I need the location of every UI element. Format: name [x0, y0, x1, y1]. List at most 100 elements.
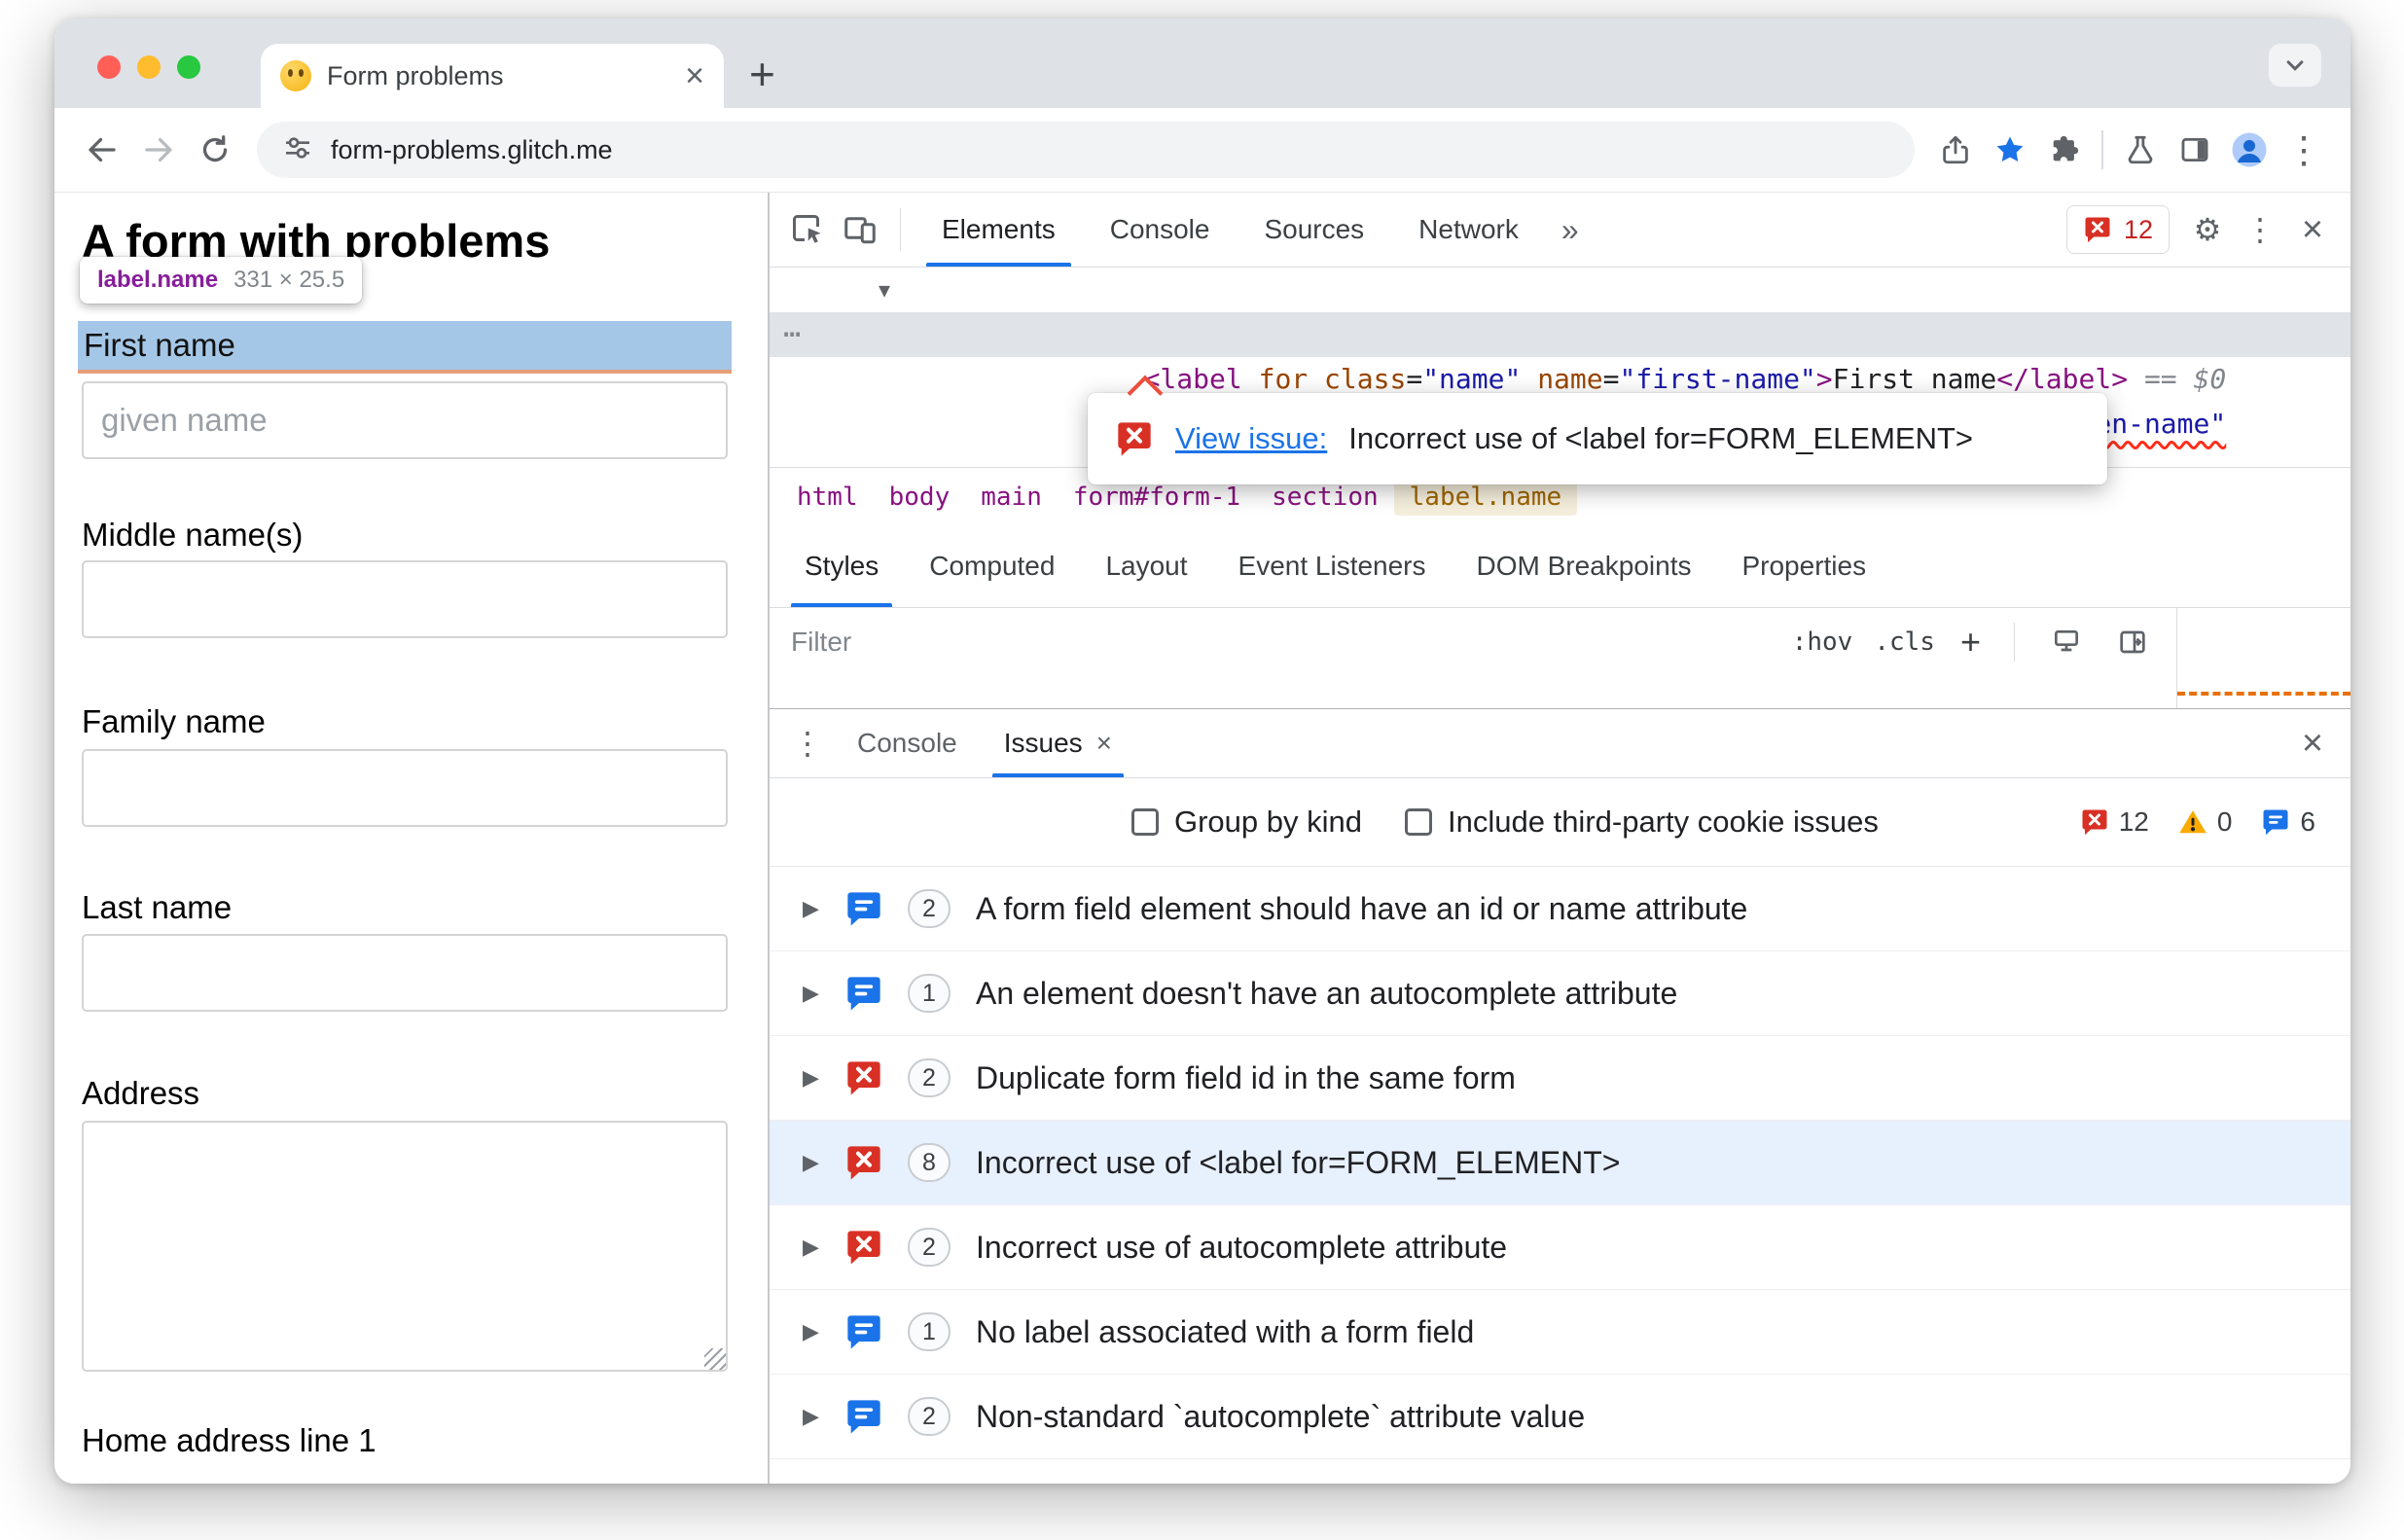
browser-toolbar: form-problems.glitch.me ⋮	[54, 108, 2350, 193]
devtools-menu-icon[interactable]: ⋮	[2234, 203, 2286, 256]
sidebar-tab[interactable]: Event Listeners	[1213, 525, 1452, 607]
inspect-element-icon[interactable]	[781, 203, 834, 256]
issue-row[interactable]: ▶ 2 Duplicate form field id in the same …	[770, 1036, 2350, 1121]
group-by-kind-checkbox[interactable]: Group by kind	[1131, 805, 1362, 840]
checkbox-box[interactable]	[1405, 808, 1432, 836]
sidebar-tab[interactable]: Properties	[1716, 525, 1891, 607]
issues-count-badge[interactable]: 12	[2065, 205, 2170, 254]
experiments-flask-icon[interactable]	[2113, 123, 2168, 177]
issue-row[interactable]: ▶ 2 A form field element should have an …	[770, 867, 2350, 951]
toggle-cls-button[interactable]: .cls	[1874, 627, 1935, 657]
node-menu-dots-icon[interactable]: ⋯	[783, 312, 803, 357]
devtools-tab[interactable]: Sources	[1237, 193, 1391, 267]
window-content: A form with problems label.name 331 × 25…	[54, 193, 2350, 1484]
tab-search-chevron-icon[interactable]	[2269, 44, 2321, 87]
issue-title: No label associated with a form field	[976, 1313, 1475, 1349]
browser-menu-icon[interactable]: ⋮	[2277, 123, 2331, 177]
device-toolbar-icon[interactable]	[834, 203, 886, 256]
toggle-hov-button[interactable]: :hov	[1792, 627, 1853, 657]
rendering-emulation-icon[interactable]	[2044, 620, 2089, 664]
close-issues-tab-icon[interactable]: ×	[1096, 728, 1112, 759]
devtools-tab[interactable]: Network	[1391, 193, 1546, 267]
textarea-resize-grip[interactable]	[704, 1348, 726, 1370]
drawer-menu-icon[interactable]: ⋮	[781, 717, 834, 770]
toolbar-separator	[2101, 130, 2103, 169]
expand-issue-icon[interactable]: ▶	[803, 1319, 842, 1344]
view-issue-text: Incorrect use of <label for=FORM_ELEMENT…	[1348, 421, 1974, 455]
issue-row[interactable]: ▶ 2 Incorrect use of autocomplete attrib…	[770, 1205, 2350, 1290]
breadcrumb-item[interactable]: body	[874, 479, 966, 516]
issue-info-icon	[842, 886, 886, 931]
tab-issues[interactable]: Issues ×	[981, 709, 1135, 777]
checkbox-box[interactable]	[1131, 808, 1159, 836]
breadcrumb-item[interactable]: main	[965, 479, 1058, 516]
styles-filter-input[interactable]: Filter	[791, 627, 1771, 658]
minimize-window-button[interactable]	[137, 55, 161, 79]
expand-issue-icon[interactable]: ▶	[803, 1150, 842, 1175]
expand-issue-icon[interactable]: ▶	[803, 1235, 842, 1260]
forward-button[interactable]	[130, 122, 187, 178]
new-tab-button[interactable]: +	[749, 52, 775, 96]
dom-node-label-selected[interactable]: ⋯ <label for class="name" name="first-nam…	[770, 312, 2350, 395]
first-name-input[interactable]	[82, 381, 728, 459]
back-button[interactable]	[74, 122, 130, 178]
error-count-badge: 12	[2080, 806, 2149, 838]
devtools-tab[interactable]: Elements	[915, 193, 1083, 267]
dom-node-section[interactable]: ▼<section>	[770, 268, 2350, 350]
window-controls	[97, 55, 200, 79]
issue-count-badge: 8	[908, 1143, 951, 1182]
sidebar-tab[interactable]: DOM Breakpoints	[1452, 525, 1717, 607]
expand-arrow-icon[interactable]: ▼	[879, 268, 890, 312]
sidebar-tab[interactable]: Layout	[1080, 525, 1212, 607]
address-bar[interactable]: form-problems.glitch.me	[257, 122, 1915, 178]
site-settings-icon[interactable]	[282, 132, 313, 168]
tab-strip: Form problems × +	[54, 18, 2350, 108]
view-issue-link[interactable]: View issue:	[1175, 421, 1327, 456]
issue-row[interactable]: ▶ 1 An element doesn't have an autocompl…	[770, 951, 2350, 1036]
tab-close-icon[interactable]: ×	[685, 59, 704, 92]
sidebar-tab[interactable]: Computed	[904, 525, 1080, 607]
tab-console-drawer[interactable]: Console	[834, 709, 981, 777]
middle-name-input[interactable]	[82, 560, 728, 638]
bookmark-star-icon[interactable]	[1983, 123, 2037, 177]
reload-button[interactable]	[187, 122, 243, 178]
checkbox-label: Group by kind	[1174, 805, 1362, 839]
new-style-rule-button[interactable]: +	[1960, 622, 1981, 663]
share-icon[interactable]	[1928, 123, 1983, 177]
side-panel-icon[interactable]	[2168, 123, 2222, 177]
info-icon	[2263, 809, 2288, 836]
issue-count-badge: 2	[908, 1228, 951, 1267]
expand-issue-icon[interactable]: ▶	[803, 1404, 842, 1429]
issue-row[interactable]: ▶ 1 No label associated with a form fiel…	[770, 1290, 2350, 1375]
last-name-input[interactable]	[82, 934, 728, 1012]
expand-issue-icon[interactable]: ▶	[803, 896, 842, 921]
browser-tab[interactable]: Form problems ×	[261, 44, 724, 108]
devtools-toolbar: Elements Console Sources Network » 12 ⚙ …	[770, 193, 2350, 268]
profile-avatar[interactable]	[2222, 123, 2277, 177]
sidebar-tab[interactable]: Styles	[779, 525, 904, 607]
zoom-window-button[interactable]	[177, 55, 200, 79]
expand-issue-icon[interactable]: ▶	[803, 1065, 842, 1091]
address-textarea[interactable]	[82, 1121, 728, 1372]
devtools-close-icon[interactable]: ×	[2286, 203, 2339, 256]
issues-list: ▶ 2 A form field element should have an …	[770, 867, 2350, 1484]
computed-sidebar-icon[interactable]	[2110, 620, 2155, 664]
url-text[interactable]: form-problems.glitch.me	[331, 135, 613, 165]
settings-gear-icon[interactable]: ⚙	[2181, 203, 2234, 256]
expand-issue-icon[interactable]: ▶	[803, 981, 842, 1006]
breadcrumb-item[interactable]: html	[781, 479, 874, 516]
more-panels-icon[interactable]: »	[1546, 212, 1595, 248]
issue-count-badge: 2	[908, 1058, 951, 1097]
issue-error-icon	[842, 1056, 886, 1100]
third-party-cookie-checkbox[interactable]: Include third-party cookie issues	[1405, 805, 1879, 840]
issue-row[interactable]: ▶ 2 Non-standard `autocomplete` attribut…	[770, 1375, 2350, 1459]
devtools-tab[interactable]: Console	[1083, 193, 1238, 267]
form-label-first-name: First name	[78, 321, 732, 374]
issue-row[interactable]: ▶ 8 Incorrect use of <label for=FORM_ELE…	[770, 1121, 2350, 1205]
web-page: A form with problems label.name 331 × 25…	[54, 193, 768, 1484]
close-drawer-icon[interactable]: ×	[2286, 717, 2339, 770]
extensions-puzzle-icon[interactable]	[2037, 123, 2092, 177]
issue-info-icon	[842, 971, 886, 1016]
close-window-button[interactable]	[97, 55, 121, 79]
family-name-input[interactable]	[82, 749, 728, 827]
